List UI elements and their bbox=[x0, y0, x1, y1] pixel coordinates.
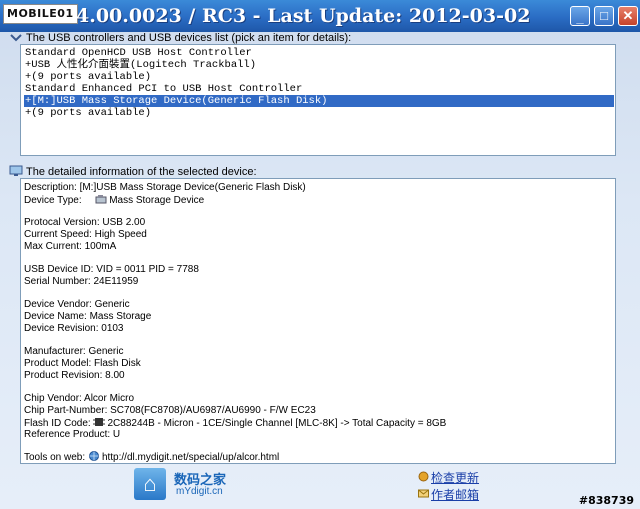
update-icon bbox=[418, 471, 429, 482]
watermark: #838739 bbox=[578, 494, 634, 507]
device-details-panel[interactable]: Description: [M:]USB Mass Storage Device… bbox=[20, 178, 616, 464]
title-bar[interactable]: MOBILE01 4.00.0023 / RC3 - Last Update: … bbox=[0, 0, 640, 32]
home-icon: ⌂ bbox=[134, 468, 166, 500]
detail-manufacturer: Manufacturer: Generic bbox=[24, 346, 124, 357]
detail-device-vendor: Device Vendor: Generic bbox=[24, 299, 130, 310]
detail-current-speed: Current Speed: High Speed bbox=[24, 229, 147, 240]
detail-reference-product: Reference Product: U bbox=[24, 429, 121, 440]
detail-device-type: Device Type: Mass Storage Device bbox=[24, 194, 204, 207]
detail-usb-device-id: USB Device ID: VID = 0011 PID = 7788 bbox=[24, 264, 199, 275]
detail-device-type-label: Device Type: bbox=[24, 195, 82, 206]
detail-device-name: Device Name: Mass Storage bbox=[24, 311, 152, 322]
list-item-selected[interactable]: +[M:]USB Mass Storage Device(Generic Fla… bbox=[24, 95, 614, 107]
chip-icon bbox=[93, 418, 106, 426]
detail-serial-number: Serial Number: 24E11959 bbox=[24, 276, 139, 287]
detail-device-revision: Device Revision: 0103 bbox=[24, 323, 124, 334]
list-item[interactable]: Standard OpenHCD USB Host Controller bbox=[24, 47, 614, 59]
detail-protocol-version: Protocal Version: USB 2.00 bbox=[24, 217, 146, 228]
app-window: MOBILE01 4.00.0023 / RC3 - Last Update: … bbox=[0, 0, 640, 509]
list-item[interactable]: +USB 人性化介面裝置(Logitech Trackball) bbox=[24, 59, 614, 71]
monitor-icon bbox=[9, 165, 23, 176]
close-button[interactable]: ✕ bbox=[618, 6, 638, 26]
detail-tools-on-web: Tools on web: http://dl.mydigit.net/spec… bbox=[24, 451, 279, 464]
globe-icon bbox=[88, 451, 99, 461]
detail-description: Description: [M:]USB Mass Storage Device… bbox=[24, 182, 306, 193]
window-title: 4.00.0023 / RC3 - Last Update: 2012-03-0… bbox=[76, 5, 531, 27]
email-icon bbox=[418, 489, 429, 498]
minimize-icon: _ bbox=[576, 10, 584, 25]
detail-max-current: Max Current: 100mA bbox=[24, 241, 117, 252]
maximize-button[interactable]: □ bbox=[594, 6, 614, 26]
close-icon: ✕ bbox=[622, 8, 634, 23]
detail-chip-vendor: Chip Vendor: Alcor Micro bbox=[24, 393, 135, 404]
mydigit-logo-link[interactable]: ⌂ 数码之家 mYdigit.cn bbox=[134, 466, 234, 504]
usb-device-list[interactable]: Standard OpenHCD USB Host Controller +US… bbox=[20, 44, 616, 156]
maximize-icon: □ bbox=[600, 8, 608, 23]
minimize-button[interactable]: _ bbox=[570, 6, 590, 26]
site-url: mYdigit.cn bbox=[176, 486, 223, 497]
detail-product-revision: Product Revision: 8.00 bbox=[24, 370, 125, 381]
author-email-link[interactable]: 作者邮箱 bbox=[431, 486, 479, 503]
tools-web-link[interactable]: http://dl.mydigit.net/special/up/alcor.h… bbox=[102, 452, 279, 463]
detail-chip-part-number: Chip Part-Number: SC708(FC8708)/AU6987/A… bbox=[24, 405, 316, 416]
mobile01-logo: MOBILE01 bbox=[3, 4, 78, 24]
detail-product-model: Product Model: Flash Disk bbox=[24, 358, 141, 369]
detail-tools-label: Tools on web: bbox=[24, 452, 86, 463]
detail-flash-id-value: 2C88244B - Micron - 1CE/Single Channel [… bbox=[107, 418, 447, 429]
list-item[interactable]: +(9 ports available) bbox=[24, 71, 614, 83]
list-item[interactable]: Standard Enhanced PCI to USB Host Contro… bbox=[24, 83, 614, 95]
storage-device-icon bbox=[95, 195, 107, 204]
check-update-link[interactable]: 检查更新 bbox=[431, 469, 479, 486]
list-item[interactable]: +(9 ports available) bbox=[24, 107, 614, 119]
chevron-down-icon bbox=[10, 34, 22, 42]
details-label: The detailed information of the selected… bbox=[26, 166, 257, 178]
detail-device-type-value: Mass Storage Device bbox=[109, 195, 205, 206]
detail-flash-id-label: Flash ID Code: bbox=[24, 418, 91, 429]
usb-list-label: The USB controllers and USB devices list… bbox=[26, 32, 352, 44]
